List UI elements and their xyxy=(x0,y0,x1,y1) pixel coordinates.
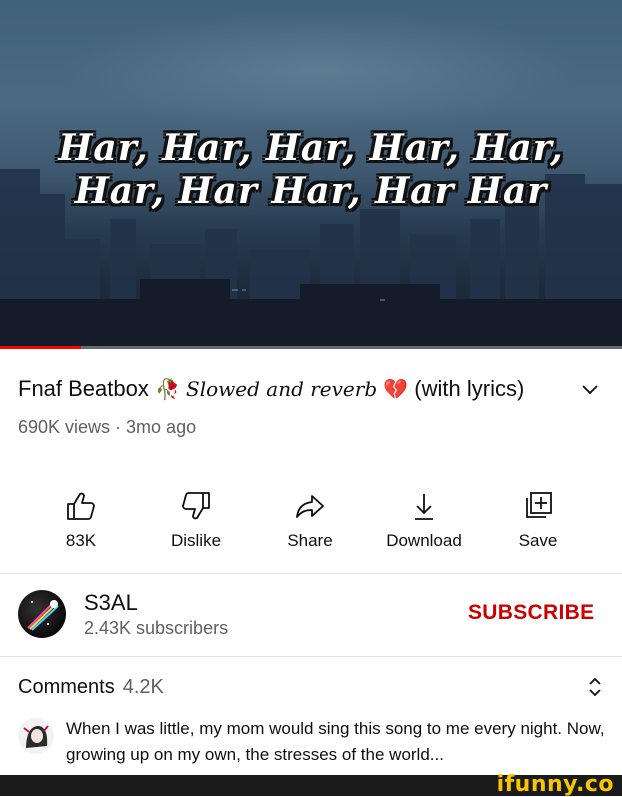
comments-header[interactable]: Comments 4.2K xyxy=(18,676,164,699)
subscribe-button[interactable]: SUBSCRIBE xyxy=(468,601,594,625)
subscriber-count: 2.43K subscribers xyxy=(84,618,229,638)
save-icon xyxy=(526,492,552,518)
watermark-bar: ifunny.co xyxy=(0,772,622,797)
channel-avatar[interactable] xyxy=(18,590,66,638)
ifunny-watermark: ifunny.co xyxy=(496,772,614,797)
video-info[interactable]: Fnaf Beatbox 🥀 Slowed and reverb 💔 (with… xyxy=(18,372,558,438)
title-suffix: (with lyrics) xyxy=(414,376,525,401)
title-prefix: Fnaf Beatbox xyxy=(18,376,155,401)
comments-title: Comments xyxy=(18,676,115,698)
channel-name[interactable]: S3AL xyxy=(84,590,138,616)
like-button[interactable]: 83K xyxy=(26,488,136,551)
lyric-line-2: Har, Har Har, Har Har xyxy=(74,170,548,212)
video-player[interactable]: Har, Har, Har, Har, Har, Har, Har Har, H… xyxy=(0,0,622,349)
top-comment: When I was little, my mom would sing thi… xyxy=(66,719,605,764)
anime-avatar-icon xyxy=(23,725,49,748)
save-button[interactable]: Save xyxy=(483,488,593,551)
download-button[interactable]: Download xyxy=(369,488,479,551)
dislike-label: Dislike xyxy=(170,531,222,550)
save-label: Save xyxy=(518,531,558,550)
progress-bar[interactable] xyxy=(0,346,622,349)
like-icon xyxy=(67,492,95,520)
expand-icon[interactable] xyxy=(584,674,606,700)
broken-heart-icon: 💔 xyxy=(383,379,409,401)
chevron-down-icon[interactable] xyxy=(578,378,602,402)
commenter-avatar[interactable] xyxy=(18,718,54,754)
comet-avatar-icon xyxy=(27,600,59,631)
share-label: Share xyxy=(287,531,333,550)
video-title: Fnaf Beatbox 🥀 Slowed and reverb 💔 (with… xyxy=(18,372,558,407)
like-count: 83K xyxy=(65,531,97,550)
wilted-rose-icon: 🥀 xyxy=(154,379,180,401)
title-script: Slowed and reverb xyxy=(186,377,378,401)
dislike-button[interactable]: Dislike xyxy=(141,488,251,551)
divider xyxy=(0,656,622,657)
lyric-line-1: Har, Har, Har, Har, Har, xyxy=(58,127,564,169)
download-icon xyxy=(415,494,433,520)
share-button[interactable]: Share xyxy=(255,488,365,551)
share-icon xyxy=(296,495,324,518)
sky-glow xyxy=(60,10,580,130)
video-meta: 690K views · 3mo ago xyxy=(18,417,197,437)
dislike-icon xyxy=(182,492,210,520)
action-bar: 83K Dislike Share Download Save xyxy=(0,488,622,558)
divider xyxy=(0,573,622,574)
comments-count: 4.2K xyxy=(122,676,164,698)
progress-fill xyxy=(0,346,81,349)
download-label: Download xyxy=(386,531,462,550)
